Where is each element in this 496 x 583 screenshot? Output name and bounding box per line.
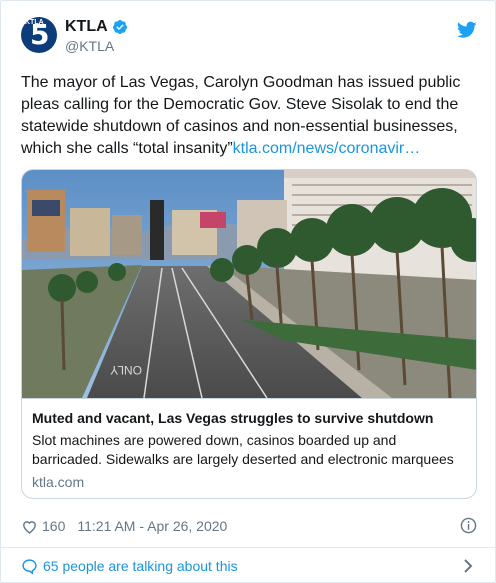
tweet-link[interactable]: ktla.com/news/coronavir… (233, 140, 421, 157)
timestamp[interactable]: 11:21 AM - Apr 26, 2020 (77, 518, 227, 534)
card-title[interactable]: Muted and vacant, Las Vegas struggles to… (32, 409, 468, 427)
embedded-tweet: KTLA 5 KTLA @KTLA The mayor of Las Vegas… (0, 0, 496, 583)
card-image: ONLY (22, 170, 476, 398)
card-domain: ktla.com (32, 474, 85, 490)
conversation-text[interactable]: 65 people are talking about this (43, 558, 238, 574)
tweet-header: KTLA 5 KTLA @KTLA (21, 17, 477, 61)
conversation-link[interactable]: 65 people are talking about this (21, 556, 477, 576)
twitter-bird-icon[interactable] (457, 21, 477, 39)
handle[interactable]: @KTLA (65, 38, 114, 54)
name-line: KTLA (65, 17, 128, 37)
display-name[interactable]: KTLA (65, 18, 108, 36)
card-body: Muted and vacant, Las Vegas struggles to… (22, 398, 476, 498)
divider (1, 547, 496, 548)
like-count[interactable]: 160 (42, 518, 65, 534)
comment-icon (22, 558, 37, 575)
info-icon[interactable] (460, 517, 477, 534)
verified-badge-icon (112, 20, 127, 35)
avatar[interactable]: KTLA 5 (21, 17, 57, 53)
avatar-number: 5 (30, 18, 50, 51)
link-card[interactable]: ONLY Muted and vacant, Las Vegas struggl… (21, 169, 477, 499)
tweet-meta: 160 11:21 AM - Apr 26, 2020 (21, 516, 477, 536)
road-marking: ONLY (110, 363, 142, 377)
heart-icon[interactable] (21, 518, 38, 535)
chevron-right-icon[interactable] (461, 558, 475, 574)
tweet-text: The mayor of Las Vegas, Carolyn Goodman … (21, 72, 479, 160)
card-description: Slot machines are powered down, casinos … (32, 432, 454, 467)
